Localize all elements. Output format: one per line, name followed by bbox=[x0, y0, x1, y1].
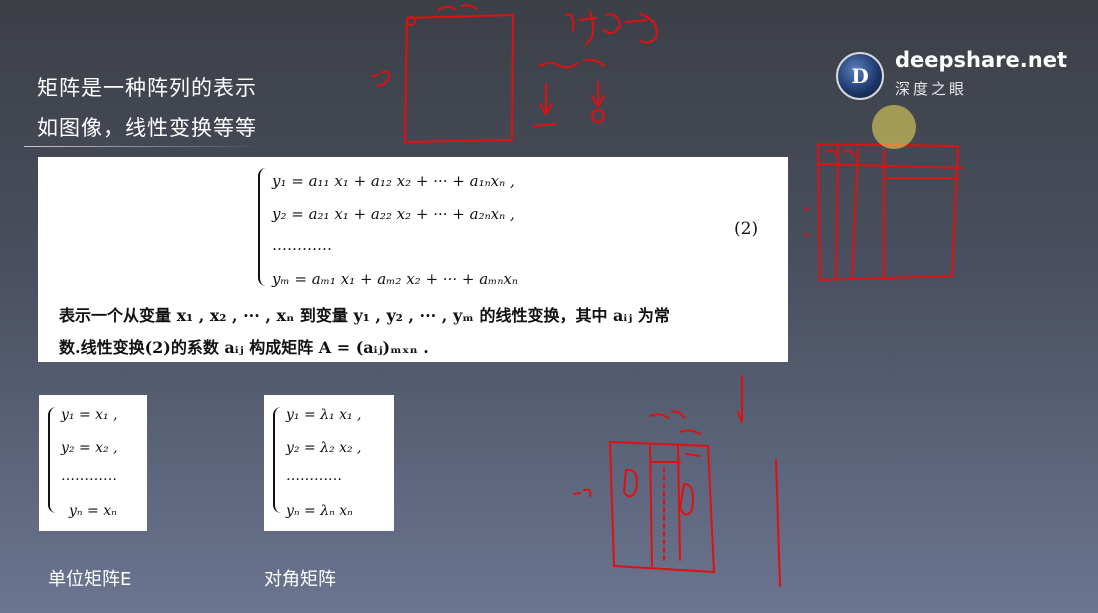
annotation-scribble-word bbox=[565, 11, 658, 45]
annotation-vertical-stroke bbox=[775, 459, 781, 587]
annotation-scribble-left bbox=[371, 70, 391, 87]
annotation-scribble-bottom-top bbox=[649, 410, 685, 419]
annotation-scribble-range bbox=[539, 58, 605, 69]
annotation-scribble-bottom-left bbox=[573, 488, 592, 497]
annotation-arrow-down-right bbox=[591, 81, 605, 108]
annotation-rectangle-top bbox=[403, 13, 515, 144]
annotation-scribble-top bbox=[437, 4, 477, 11]
handwritten-annotations bbox=[371, 4, 963, 587]
annotation-tick bbox=[737, 375, 743, 423]
annotation-arrow-down-left bbox=[539, 83, 553, 116]
cursor-highlight bbox=[872, 105, 916, 149]
